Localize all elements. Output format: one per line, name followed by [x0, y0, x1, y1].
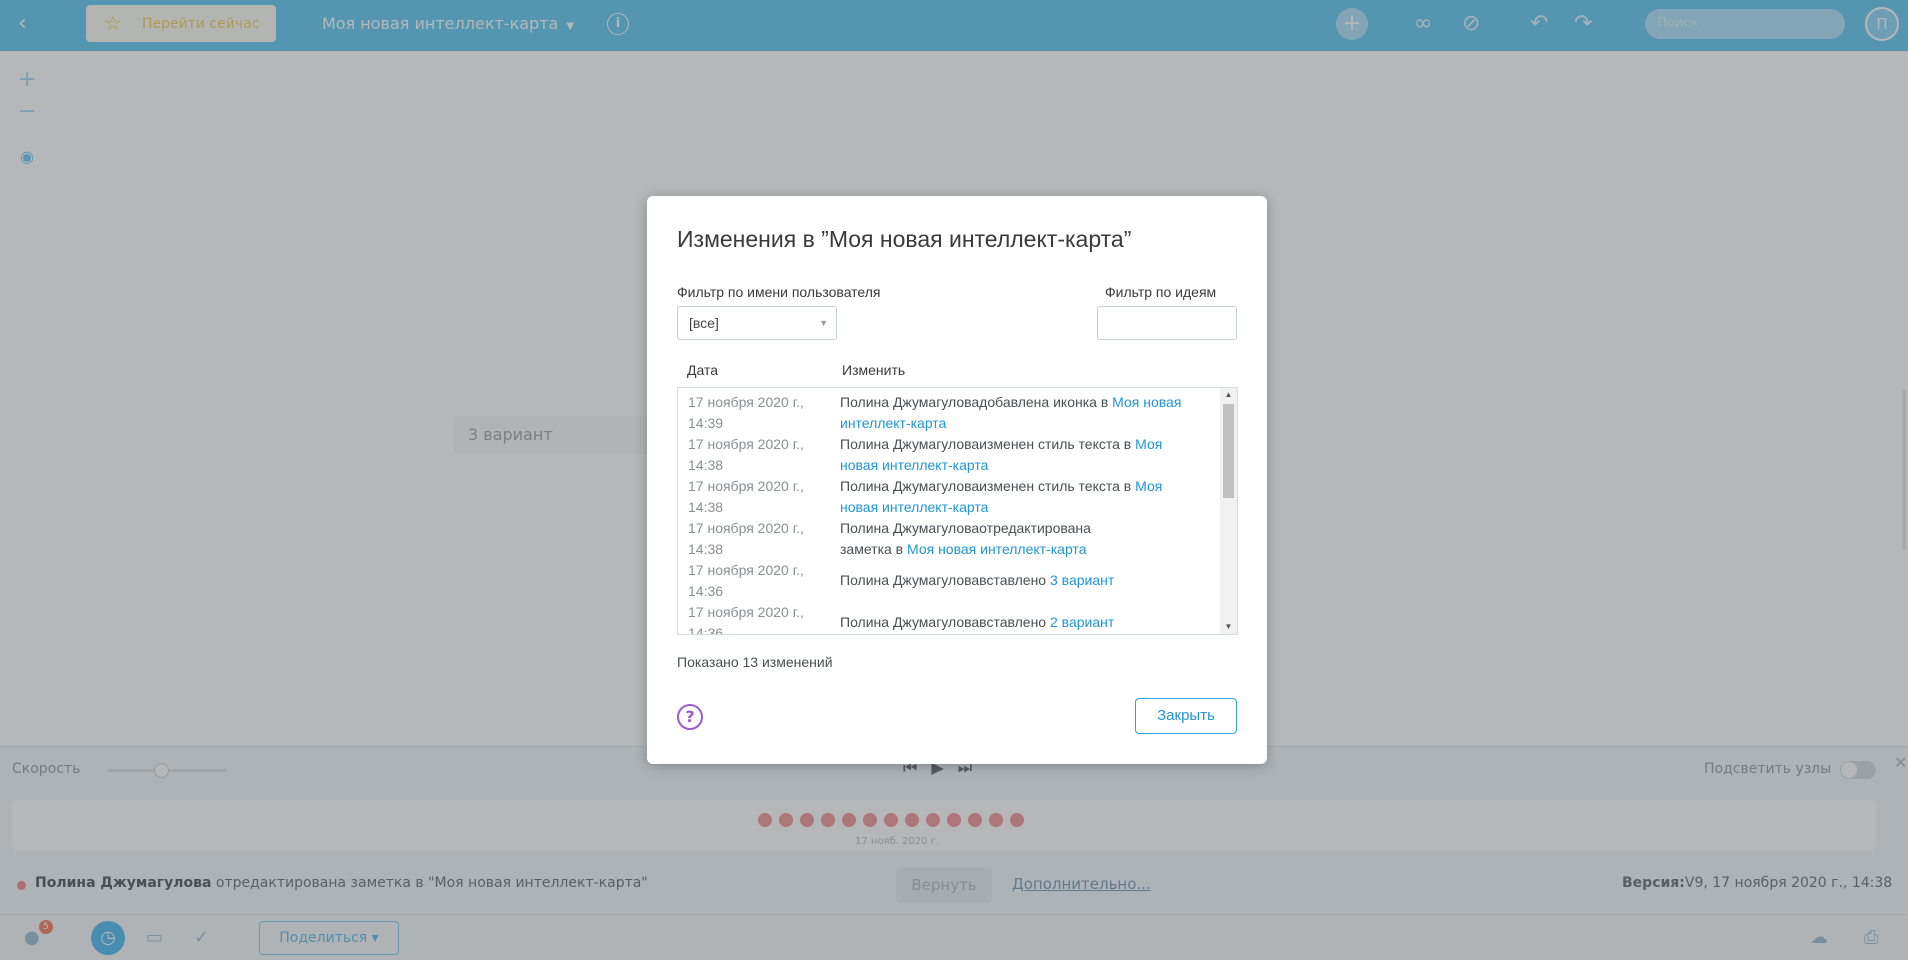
changes-count: Показано 13 изменений [677, 654, 833, 670]
list-item: 17 ноября 2020 г., 14:39 Полина Джумагуло… [678, 390, 1218, 432]
row-date-line: 17 ноября 2020 г., [688, 520, 804, 536]
row-date: 17 ноября 2020 г., 14:38 [688, 434, 828, 476]
list-item: 17 ноября 2020 г., 14:36 Полина Джумагуло… [678, 558, 1218, 600]
idea-filter-input[interactable] [1097, 306, 1237, 340]
user-filter-label: Фильтр по имени пользователя [677, 284, 881, 300]
scroll-up-icon[interactable]: ▲ [1220, 388, 1237, 402]
row-date-line: 17 ноября 2020 г., [688, 394, 804, 410]
row-change-text: Полина Джумагуловадобавлена иконка в [840, 394, 1113, 410]
row-date: 17 ноября 2020 г., 14:36 [688, 602, 828, 635]
row-time: 14:39 [688, 415, 724, 431]
list-item: 17 ноября 2020 г., 14:36 Полина Джумагуло… [678, 600, 1218, 635]
column-header-date: Дата [687, 362, 719, 378]
row-time: 14:36 [688, 625, 724, 635]
row-date-line: 17 ноября 2020 г., [688, 604, 804, 620]
row-date: 17 ноября 2020 г., 14:39 [688, 392, 828, 434]
column-header-change: Изменить [842, 362, 906, 378]
row-change: Полина Джумагуловавставлено 3 вариант [840, 570, 1185, 591]
row-change: Полина Джумагуловадобавлена иконка в Моя… [840, 392, 1185, 434]
row-time: 14:38 [688, 457, 724, 473]
idea-filter-label: Фильтр по идеям [1105, 284, 1217, 300]
row-change-link[interactable]: 2 вариант [1050, 614, 1114, 630]
row-change-text: Полина Джумагуловавставлено [840, 572, 1050, 588]
row-time: 14:36 [688, 583, 724, 599]
list-item: 17 ноября 2020 г., 14:38 Полина Джумагуло… [678, 432, 1218, 474]
scroll-down-icon[interactable]: ▼ [1220, 620, 1237, 634]
question-circle-icon[interactable]: ? [677, 704, 703, 730]
caret-down-icon: ▼ [819, 318, 828, 328]
row-change-text: Полина Джумагуловаизменен стиль текста в [840, 436, 1136, 452]
scroll-thumb[interactable] [1223, 404, 1234, 498]
row-change-link[interactable]: Моя новая интеллект-карта [907, 541, 1086, 557]
row-time: 14:38 [688, 499, 724, 515]
list-scrollbar[interactable]: ▲ ▼ [1220, 388, 1237, 634]
row-date-line: 17 ноября 2020 г., [688, 436, 804, 452]
row-date: 17 ноября 2020 г., 14:38 [688, 476, 828, 518]
dialog-title: Изменения в ”Моя новая интеллект-карта” [677, 226, 1132, 252]
row-date: 17 ноября 2020 г., 14:36 [688, 560, 828, 602]
user-filter-select[interactable]: [все] ▼ [677, 306, 837, 340]
changes-list[interactable]: 17 ноября 2020 г., 14:39 Полина Джумагуло… [677, 387, 1238, 635]
row-change: Полина Джумагуловаизменен стиль текста в… [840, 476, 1185, 518]
row-date: 17 ноября 2020 г., 14:38 [688, 518, 828, 560]
changes-dialog: Изменения в ”Моя новая интеллект-карта” … [647, 196, 1267, 764]
row-change-link[interactable]: 3 вариант [1050, 572, 1114, 588]
list-item: 17 ноября 2020 г., 14:38 Полина Джумагуло… [678, 474, 1218, 516]
list-item: 17 ноября 2020 г., 14:38 Полина Джумагуло… [678, 516, 1218, 558]
row-change: Полина Джумагуловаизменен стиль текста в… [840, 434, 1185, 476]
row-change-text: Полина Джумагуловаизменен стиль текста в [840, 478, 1136, 494]
row-change: Полина Джумагуловавставлено 2 вариант [840, 612, 1185, 633]
row-date-line: 17 ноября 2020 г., [688, 562, 804, 578]
row-date-line: 17 ноября 2020 г., [688, 478, 804, 494]
user-filter-value: [все] [689, 315, 719, 331]
row-change: Полина Джумагуловаотредактирована заметк… [840, 518, 1130, 560]
close-button[interactable]: Закрыть [1135, 698, 1237, 734]
row-change-text: Полина Джумагуловавставлено [840, 614, 1050, 630]
row-time: 14:38 [688, 541, 724, 557]
